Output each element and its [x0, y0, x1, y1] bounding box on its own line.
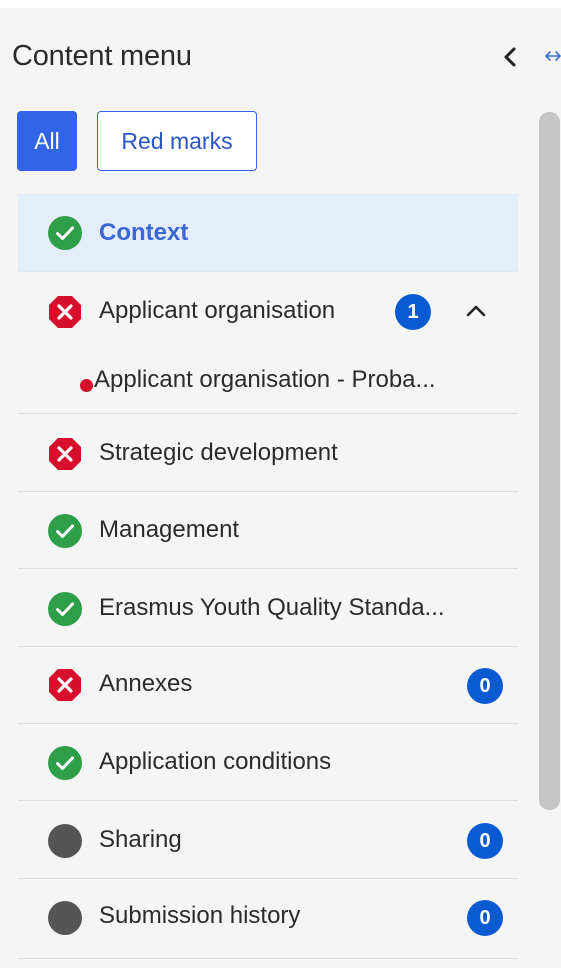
section-item-erasmus-youth-quality-standards[interactable]: Erasmus Youth Quality Standa... [18, 569, 518, 647]
resize-horizontal-icon [545, 51, 561, 61]
subsection-label: Applicant organisation - Proba... [94, 366, 436, 393]
subsection-item[interactable]: Applicant organisation - Proba... [80, 366, 500, 400]
section-item-sharing[interactable]: Sharing 0 [18, 801, 518, 879]
section-item-context[interactable]: Context [18, 194, 518, 272]
collapse-menu-button[interactable] [500, 42, 520, 72]
section-item-applicant-organisation[interactable]: Applicant organisation 1 Applicant organ… [18, 272, 518, 414]
check-circle-icon [48, 746, 82, 780]
section-label: Management [99, 516, 240, 543]
issue-count-badge: 0 [467, 900, 503, 936]
filter-all-button[interactable]: All [17, 111, 77, 171]
header: Content menu [12, 38, 561, 78]
section-label: Submission history [99, 902, 301, 929]
check-circle-icon [48, 216, 82, 250]
section-label: Context [99, 219, 189, 246]
check-circle-icon [48, 514, 82, 548]
grey-circle-icon [48, 901, 82, 935]
section-label: Erasmus Youth Quality Standa... [99, 594, 445, 621]
error-octagon-icon [49, 669, 81, 701]
chevron-left-icon [504, 47, 516, 67]
section-item-annexes[interactable]: Annexes 0 [18, 647, 518, 724]
red-dot-icon [80, 379, 93, 392]
section-item-application-conditions[interactable]: Application conditions [18, 724, 518, 801]
top-strip [0, 0, 561, 8]
expand-width-button[interactable] [538, 46, 561, 70]
section-label: Application conditions [99, 748, 332, 775]
filter-red-marks-button[interactable]: Red marks [97, 111, 257, 171]
content-menu-panel: Content menu All Red marks Context Appli… [0, 0, 561, 968]
issue-count-badge: 0 [467, 668, 503, 704]
issue-count-badge: 0 [467, 823, 503, 859]
error-octagon-icon [49, 438, 81, 470]
issue-count-badge: 1 [395, 294, 431, 330]
section-item-strategic-development[interactable]: Strategic development [18, 414, 518, 492]
check-circle-icon [48, 592, 82, 626]
section-item-management[interactable]: Management [18, 492, 518, 569]
section-item-submission-history[interactable]: Submission history 0 [18, 879, 518, 959]
error-octagon-icon [49, 296, 81, 328]
section-label: Annexes [99, 670, 193, 697]
section-label: Strategic development [99, 439, 338, 466]
section-label: Applicant organisation [99, 297, 336, 324]
page-title: Content menu [12, 40, 192, 72]
grey-circle-icon [48, 824, 82, 858]
section-label: Sharing [99, 826, 182, 853]
chevron-up-icon[interactable] [461, 296, 491, 326]
scrollbar-thumb[interactable] [539, 112, 560, 810]
